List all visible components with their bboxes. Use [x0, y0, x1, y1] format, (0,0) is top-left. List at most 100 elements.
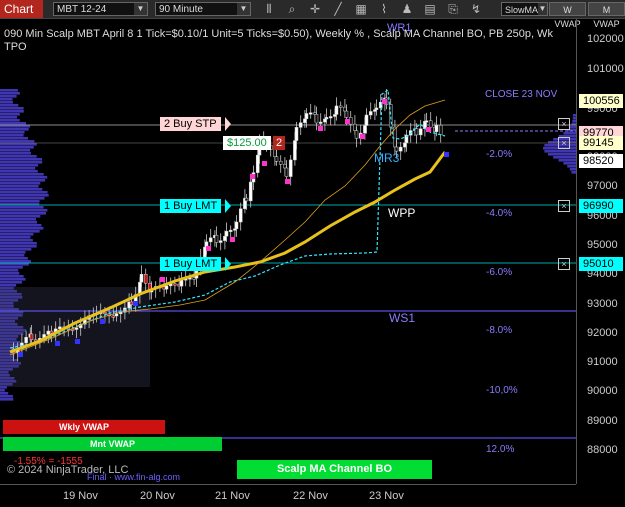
crosshair-icon[interactable]: ✛	[308, 1, 322, 17]
price-tag: 99145	[579, 136, 623, 150]
pct-minus-4: -4.0%	[486, 208, 513, 219]
profile-bar	[0, 176, 48, 179]
profile-bar	[0, 89, 18, 92]
price-tag: 98520	[579, 154, 623, 168]
profile-bar	[0, 101, 13, 104]
close-order-icon[interactable]: ×	[558, 118, 570, 130]
candle-body	[284, 167, 289, 177]
profile-bar	[0, 143, 37, 146]
signal-marker	[360, 134, 365, 139]
time-label: 19 Nov	[63, 490, 98, 502]
close-order-icon[interactable]: ×	[558, 258, 570, 270]
w-vwap-button[interactable]: W VWAP	[549, 2, 586, 29]
profile-bar	[0, 104, 19, 107]
candle-body	[173, 283, 177, 286]
buy-stop-order[interactable]: 2 Buy STP	[160, 117, 221, 131]
template-icon[interactable]: ▦	[354, 1, 368, 17]
interval-selector[interactable]: 90 Minute ▼	[155, 2, 251, 16]
candle-body	[255, 154, 260, 173]
position-quantity[interactable]: 2	[273, 136, 286, 150]
candle-body	[368, 111, 373, 116]
chevron-down-icon: ▼	[237, 3, 250, 15]
indicators-icon[interactable]: ⌇	[377, 1, 391, 17]
profile-bar	[0, 206, 44, 209]
finalgo-text: Final · www.fin-alg.com	[87, 472, 181, 482]
candle-body	[143, 273, 148, 284]
m-vwap-button[interactable]: M VWAP	[588, 2, 625, 29]
profile-bar	[0, 272, 20, 275]
zoom-icon[interactable]: ⌕	[285, 1, 299, 17]
sync-icon[interactable]: ↯	[469, 1, 483, 17]
time-axis[interactable]: 19 Nov 20 Nov 21 Nov 22 Nov 23 Nov	[0, 484, 576, 507]
signal-marker	[206, 246, 211, 251]
candle-body	[228, 229, 233, 232]
candle-body	[24, 337, 28, 344]
profile-bar	[0, 146, 34, 149]
time-label: 21 Nov	[215, 490, 250, 502]
order-arrow-icon	[225, 257, 231, 271]
signal-marker	[426, 127, 431, 132]
profile-bar	[0, 182, 41, 185]
candle-body	[224, 230, 229, 237]
profile-bar	[0, 242, 37, 245]
candle-body	[314, 114, 319, 124]
candle-body	[398, 146, 403, 152]
buy-limit-order-2[interactable]: 1 Buy LMT	[160, 257, 222, 271]
profile-bar	[0, 191, 48, 194]
instrument-value: MBT 12-24	[57, 4, 107, 15]
candle-body	[129, 301, 134, 305]
profile-bar	[0, 185, 39, 188]
chart-title-line1: 090 Min Scalp MBT April 8 1 Tick=$0.10/1…	[4, 28, 553, 40]
candle-body	[46, 330, 51, 335]
candle-body	[303, 118, 307, 123]
profile-bar	[0, 221, 38, 224]
candle-body	[438, 124, 443, 135]
signal-marker	[345, 119, 350, 124]
position-pnl[interactable]: $125.00	[223, 136, 271, 150]
signal-marker	[382, 99, 387, 104]
time-label: 20 Nov	[140, 490, 175, 502]
chevron-down-icon: ▼	[134, 3, 147, 15]
chart-tab[interactable]: Chart	[0, 0, 43, 18]
candle-body	[324, 117, 329, 120]
candle-body	[424, 120, 429, 123]
price-label: 93000	[587, 298, 618, 310]
profile-bar	[567, 165, 576, 168]
chart-title-line2: TPO	[4, 41, 27, 53]
candle-body	[334, 105, 339, 115]
candle-body	[363, 125, 367, 134]
draw-line-icon[interactable]: ╱	[331, 1, 345, 17]
close-label: CLOSE 23 NOV	[485, 89, 558, 100]
interval-value: 90 Minute	[159, 4, 203, 15]
profile-bar	[0, 116, 18, 119]
profile-bar	[0, 137, 29, 140]
signal-marker	[55, 341, 60, 346]
instrument-selector[interactable]: MBT 12-24 ▼	[53, 2, 148, 16]
attach-icon[interactable]: ⎘	[446, 1, 460, 17]
properties-icon[interactable]: ▤	[423, 1, 437, 17]
candle-body	[373, 109, 377, 112]
profile-bar	[0, 194, 49, 197]
strategies-icon[interactable]: ♟	[400, 1, 414, 17]
profile-bar	[0, 161, 43, 164]
price-tag: 95010	[579, 257, 623, 271]
price-axis[interactable]: 1020001010009900098000970009600095000940…	[576, 19, 625, 484]
profile-bar	[563, 132, 576, 135]
close-order-icon[interactable]: ×	[558, 200, 570, 212]
buy-limit-order-1[interactable]: 1 Buy LMT	[160, 199, 222, 213]
slow-ma-label: SlowMA	[505, 5, 539, 15]
profile-bar	[0, 278, 26, 281]
price-label: 91000	[587, 356, 618, 368]
candle-body	[328, 116, 333, 119]
candle-body	[364, 114, 369, 126]
bar-type-icon[interactable]: ⫴	[262, 1, 276, 17]
order-arrow-icon	[225, 117, 231, 131]
slow-ma-toggle[interactable]: SlowMA ▼	[501, 2, 548, 16]
order-arrow-icon	[225, 199, 231, 213]
profile-bar	[548, 153, 576, 156]
price-tag: 96990	[579, 199, 623, 213]
candle-body	[164, 285, 169, 290]
close-order-icon[interactable]: ×	[558, 137, 570, 149]
profile-bar	[0, 395, 13, 398]
profile-bar	[0, 251, 26, 254]
